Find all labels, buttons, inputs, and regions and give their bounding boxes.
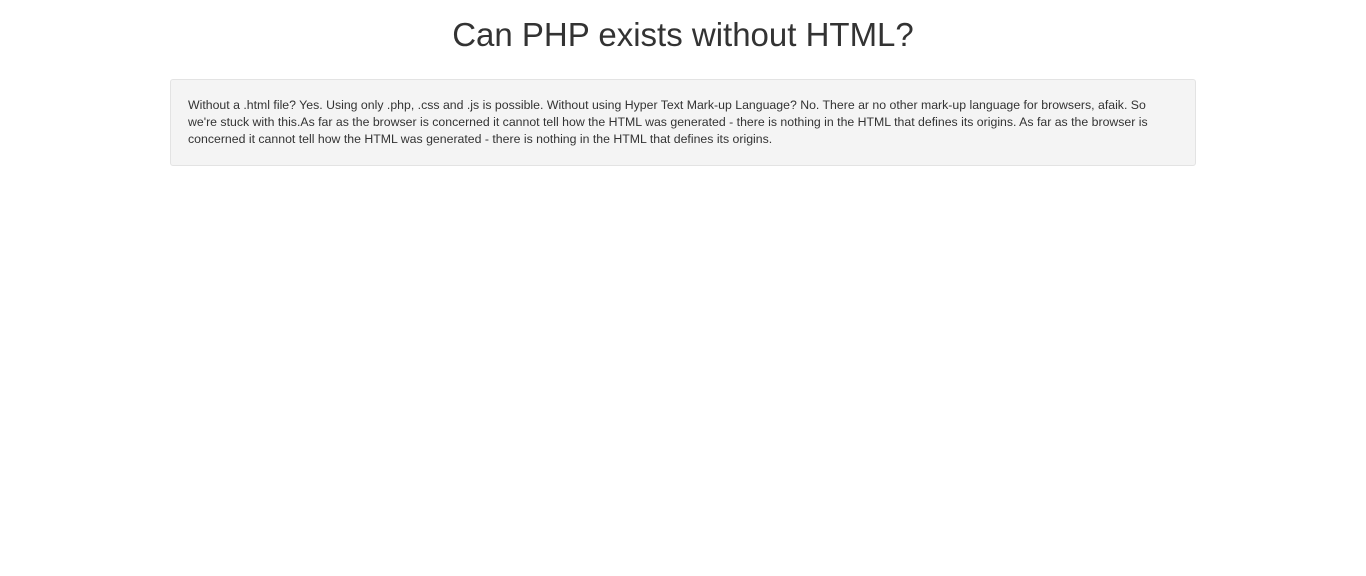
page-title: Can PHP exists without HTML? [452,16,914,53]
answer-text: Without a .html file? Yes. Using only .p… [188,98,1148,146]
answer-panel: Without a .html file? Yes. Using only .p… [170,79,1196,166]
